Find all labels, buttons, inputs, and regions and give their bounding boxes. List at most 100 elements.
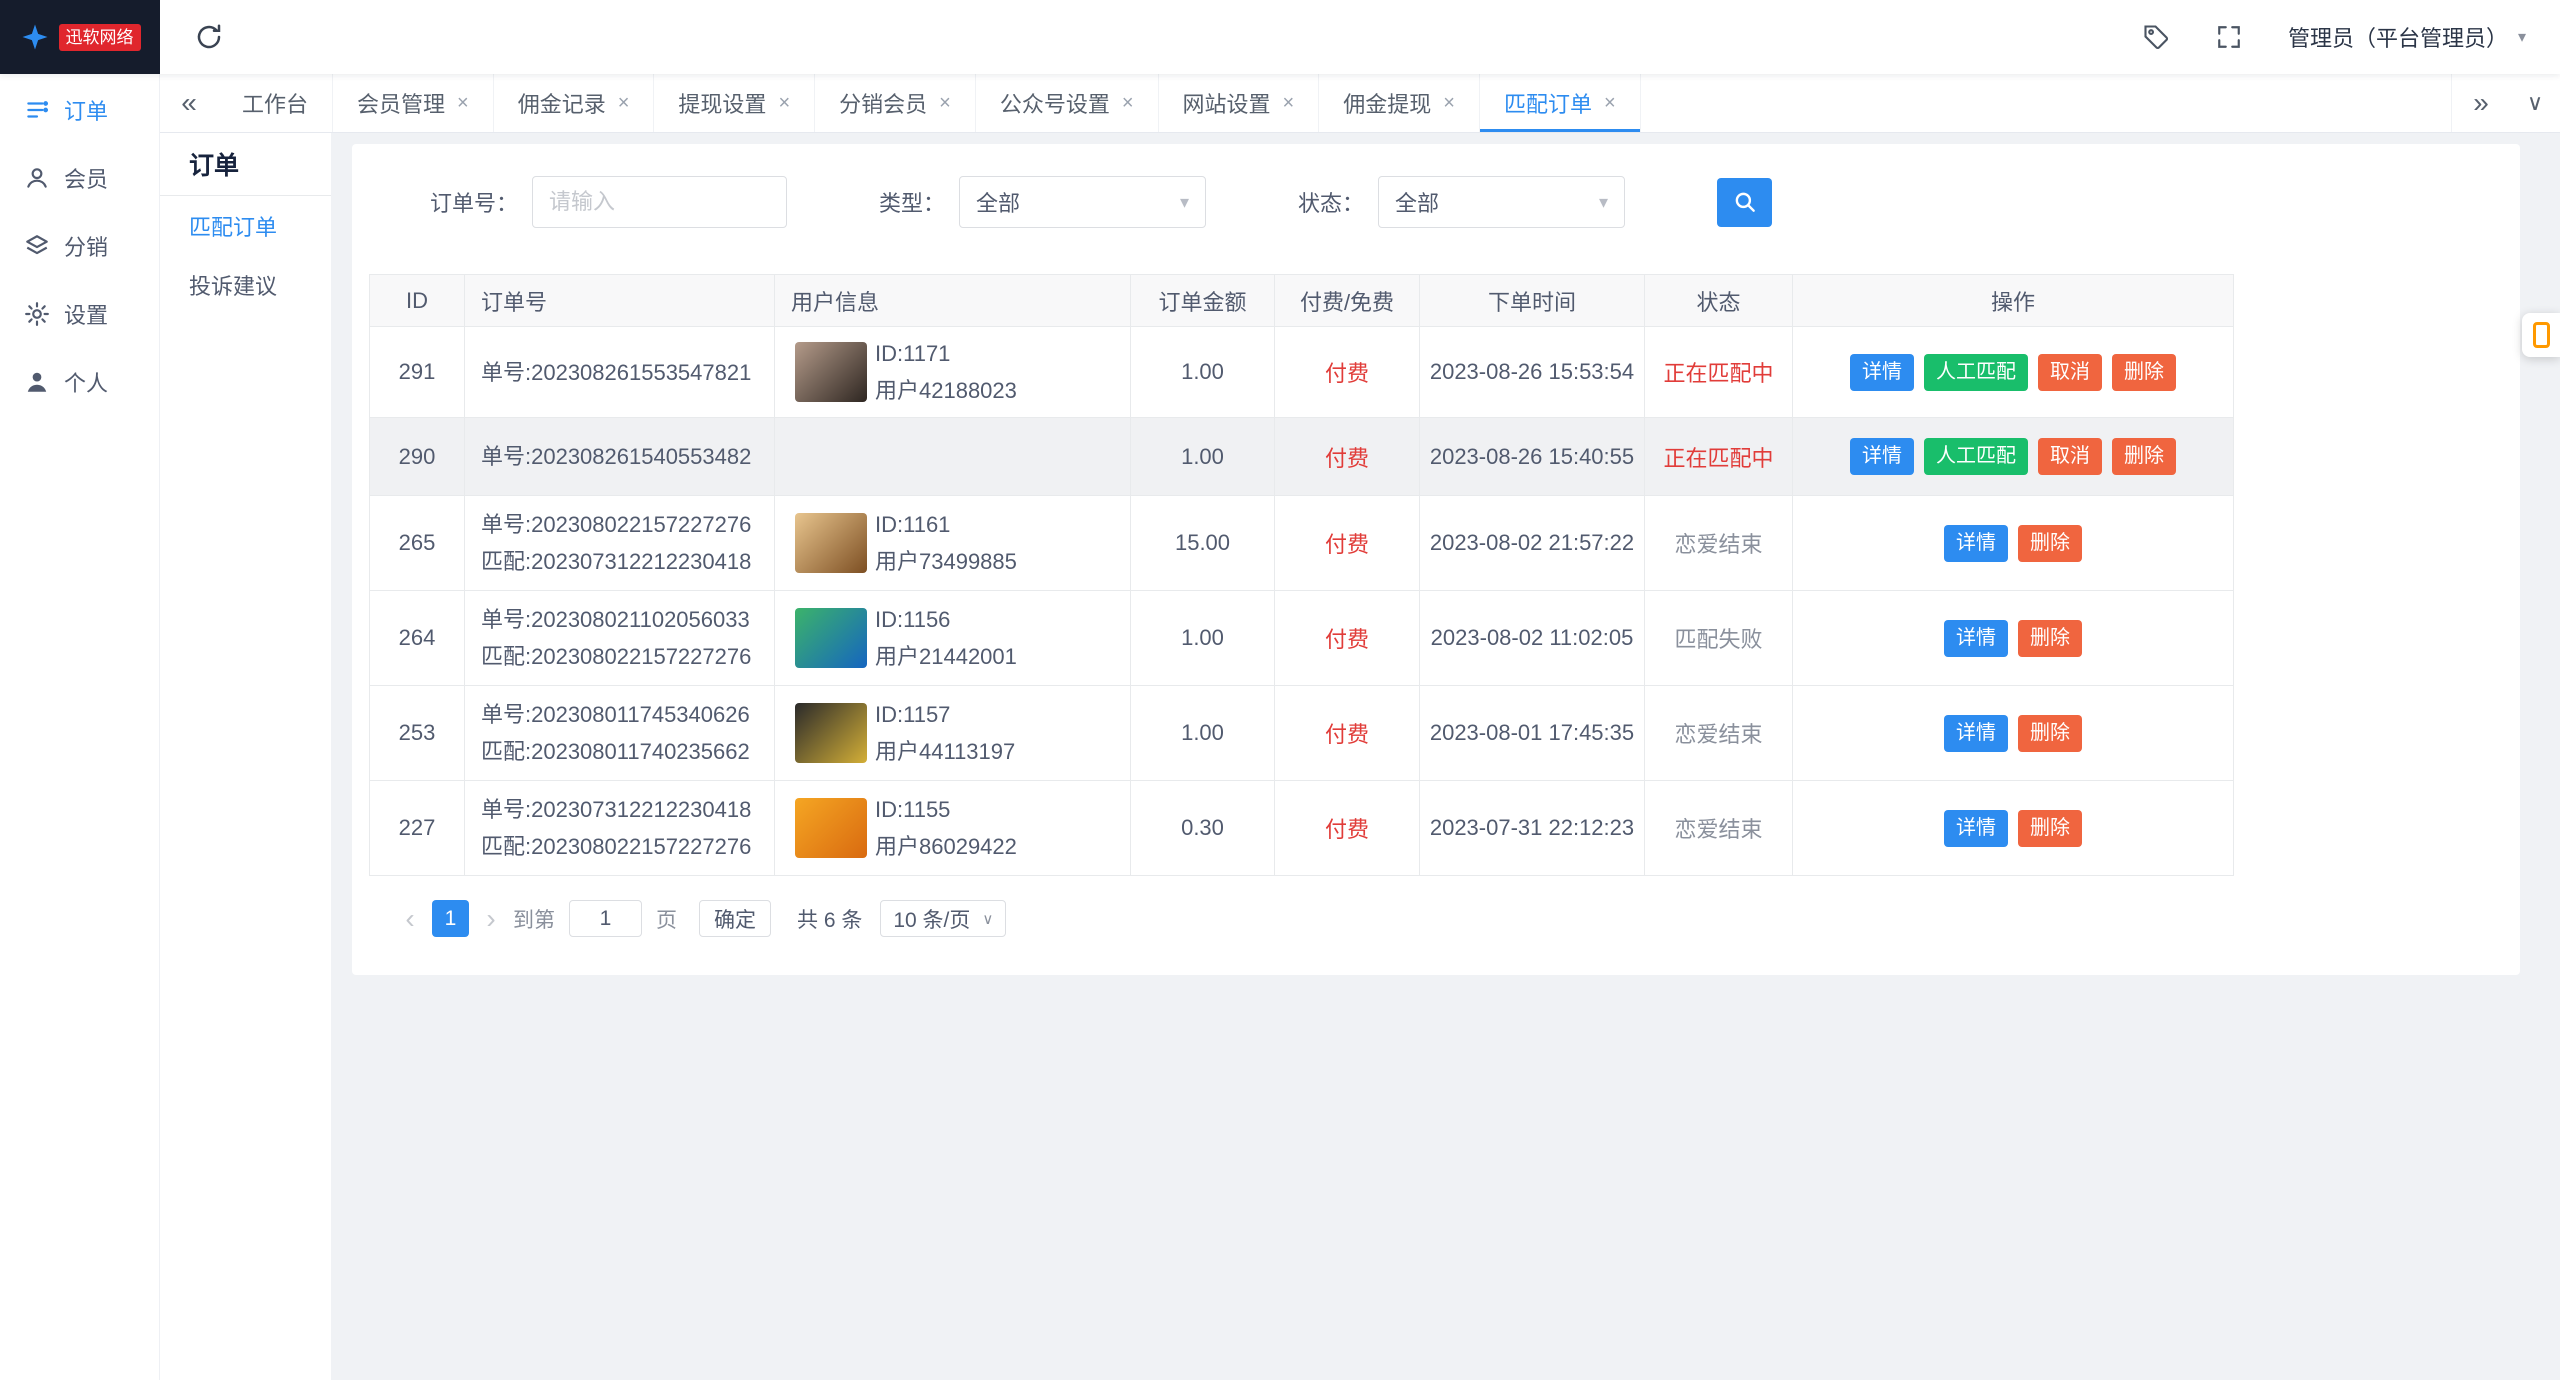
tab-list: 工作台 会员管理 × 佣金记录 × 提现设置 × 分销会员 × 公众号设置 × 网站设置 × 佣金提现 × 匹… [218, 74, 2451, 132]
logo: 迅软网络 [0, 0, 160, 74]
cell-amount: 1.00 [1130, 685, 1275, 781]
table-header-row: ID 订单号 用户信息 订单金额 付费/免费 下单时间 状态 操作 [369, 274, 2234, 327]
page-size-select[interactable]: 10 条/页 ∨ [880, 900, 1007, 937]
logo-icon [20, 22, 50, 52]
next-page-icon[interactable]: › [475, 900, 507, 937]
submenu-item-complaints[interactable]: 投诉建议 [160, 255, 331, 314]
tab-label: 匹配订单 [1503, 92, 1592, 117]
cell-amount: 1.00 [1130, 326, 1275, 418]
delete-button[interactable]: 删除 [2018, 524, 2082, 562]
column-header: ID [369, 274, 465, 327]
tab-website-settings[interactable]: 网站设置 × [1159, 74, 1320, 132]
detail-button[interactable]: 详情 [1944, 524, 2008, 562]
delete-button[interactable]: 删除 [2112, 438, 2176, 475]
tab-match-orders[interactable]: 匹配订单 × [1480, 74, 1641, 132]
confirm-button[interactable]: 确定 [699, 900, 771, 937]
user-id: ID:1171 [875, 341, 951, 366]
tab-commission-records[interactable]: 佣金记录 × [494, 74, 655, 132]
sidebar-item-members[interactable]: 会员 [0, 144, 159, 212]
cell-order-time: 2023-08-02 11:02:05 [1419, 590, 1645, 686]
jump-page-input[interactable] [569, 900, 642, 937]
tag-icon[interactable] [2142, 23, 2170, 51]
orders-table-wrap: ID 订单号 用户信息 订单金额 付费/免费 下单时间 状态 操作 291 单号:20230826… [369, 274, 2503, 876]
detail-button[interactable]: 详情 [1944, 809, 2008, 847]
sidebar: 订单会员分销 设置 个人 [0, 74, 160, 1380]
order-no-label: 订单号： [430, 191, 519, 216]
order-line-text: 单号:202308021102056033 [481, 607, 750, 632]
user-info: ID:1155 用户86029422 [791, 791, 1124, 865]
user-text: ID:1155 用户86029422 [875, 791, 1017, 865]
delete-button[interactable]: 删除 [2018, 809, 2082, 847]
delete-button[interactable]: 删除 [2018, 619, 2082, 657]
tab-distribution-members[interactable]: 分销会员 × [815, 74, 976, 132]
admin-menu[interactable]: 管理员（平台管理员） ▾ [2288, 21, 2526, 53]
user-text: ID:1171 用户42188023 [875, 335, 1017, 409]
close-icon[interactable]: × [1283, 92, 1295, 115]
cell-id: 264 [369, 590, 465, 686]
order-icon [24, 97, 50, 123]
close-icon[interactable]: × [1122, 92, 1134, 115]
expand-tabs-icon[interactable]: » [2452, 74, 2510, 132]
close-icon[interactable]: × [1604, 92, 1616, 115]
manual-match-button[interactable]: 人工匹配 [1924, 353, 2028, 391]
tab-official-account-settings[interactable]: 公众号设置 × [976, 74, 1159, 132]
submenu-item-match-orders[interactable]: 匹配订单 [160, 196, 331, 255]
fullscreen-icon[interactable] [2216, 24, 2242, 50]
detail-button[interactable]: 详情 [1944, 619, 2008, 657]
close-icon[interactable]: × [457, 92, 469, 115]
table-row: 253 单号:202308011745340626 匹配:2023080117402… [369, 685, 2234, 781]
delete-button[interactable]: 删除 [2112, 353, 2176, 391]
avatar [795, 608, 867, 668]
tab-label: 分销会员 [839, 92, 928, 117]
tab-workbench[interactable]: 工作台 [218, 74, 334, 132]
sidebar-item-orders[interactable]: 订单 [0, 76, 159, 144]
detail-button[interactable]: 详情 [1850, 438, 1914, 475]
cell-fee-type: 付费 [1274, 780, 1420, 876]
column-header: 订单号 [464, 274, 775, 327]
order-no-input[interactable] [532, 176, 788, 228]
page-1-button[interactable]: 1 [432, 900, 469, 937]
type-select[interactable]: 全部 ▾ [959, 176, 1207, 228]
cell-id: 253 [369, 685, 465, 781]
submenu-title: 订单 [160, 133, 331, 196]
detail-button[interactable]: 详情 [1850, 353, 1914, 391]
sidebar-item-distribution[interactable]: 分销 [0, 212, 159, 280]
column-header: 状态 [1644, 274, 1793, 327]
cell-order-no: 单号:202308261540553482 [464, 417, 775, 496]
settings-icon [24, 301, 50, 327]
type-select-value: 全部 [976, 191, 1021, 216]
cancel-button[interactable]: 取消 [2038, 353, 2102, 391]
cell-actions: 详情 人工匹配 取消 删除 [1792, 417, 2234, 496]
sidebar-item-label: 会员 [64, 167, 109, 192]
cell-status: 恋爱结束 [1644, 685, 1793, 781]
tab-commission-withdrawal[interactable]: 佣金提现 × [1319, 74, 1480, 132]
search-button[interactable] [1717, 177, 1773, 227]
tab-member-management[interactable]: 会员管理 × [333, 74, 494, 132]
user-name: 用户44113197 [875, 739, 1016, 764]
tabbar: « 工作台 会员管理 × 佣金记录 × 提现设置 × 分销会员 × 公众号设置 × 网站设置 × 佣金提现… [160, 74, 2560, 133]
prev-page-icon[interactable]: ‹ [394, 900, 426, 937]
table-row: 264 单号:202308021102056033 匹配:2023080221572… [369, 590, 2234, 686]
close-icon[interactable]: × [618, 92, 630, 115]
cell-status: 恋爱结束 [1644, 780, 1793, 876]
close-icon[interactable]: × [939, 92, 951, 115]
user-info: ID:1161 用户73499885 [791, 506, 1124, 580]
status-select[interactable]: 全部 ▾ [1378, 176, 1626, 228]
user-info: ID:1156 用户21442001 [791, 601, 1124, 675]
close-icon[interactable]: × [1443, 92, 1455, 115]
collapse-tabs-icon[interactable]: « [160, 74, 218, 132]
user-id: ID:1155 [875, 797, 951, 822]
cell-order-no: 单号:202308021102056033 匹配:2023080221572272… [464, 590, 775, 686]
manual-match-button[interactable]: 人工匹配 [1924, 438, 2028, 475]
refresh-icon[interactable] [194, 22, 224, 52]
cancel-button[interactable]: 取消 [2038, 438, 2102, 475]
close-icon[interactable]: × [778, 92, 790, 115]
sidebar-item-profile[interactable]: 个人 [0, 348, 159, 416]
delete-button[interactable]: 删除 [2018, 714, 2082, 752]
tab-menu-icon[interactable]: ∨ [2510, 74, 2560, 132]
detail-button[interactable]: 详情 [1944, 714, 2008, 752]
float-phone-button[interactable] [2522, 313, 2560, 357]
cell-user: ID:1157 用户44113197 [774, 685, 1131, 781]
sidebar-item-settings[interactable]: 设置 [0, 280, 159, 348]
tab-withdrawal-settings[interactable]: 提现设置 × [654, 74, 816, 132]
